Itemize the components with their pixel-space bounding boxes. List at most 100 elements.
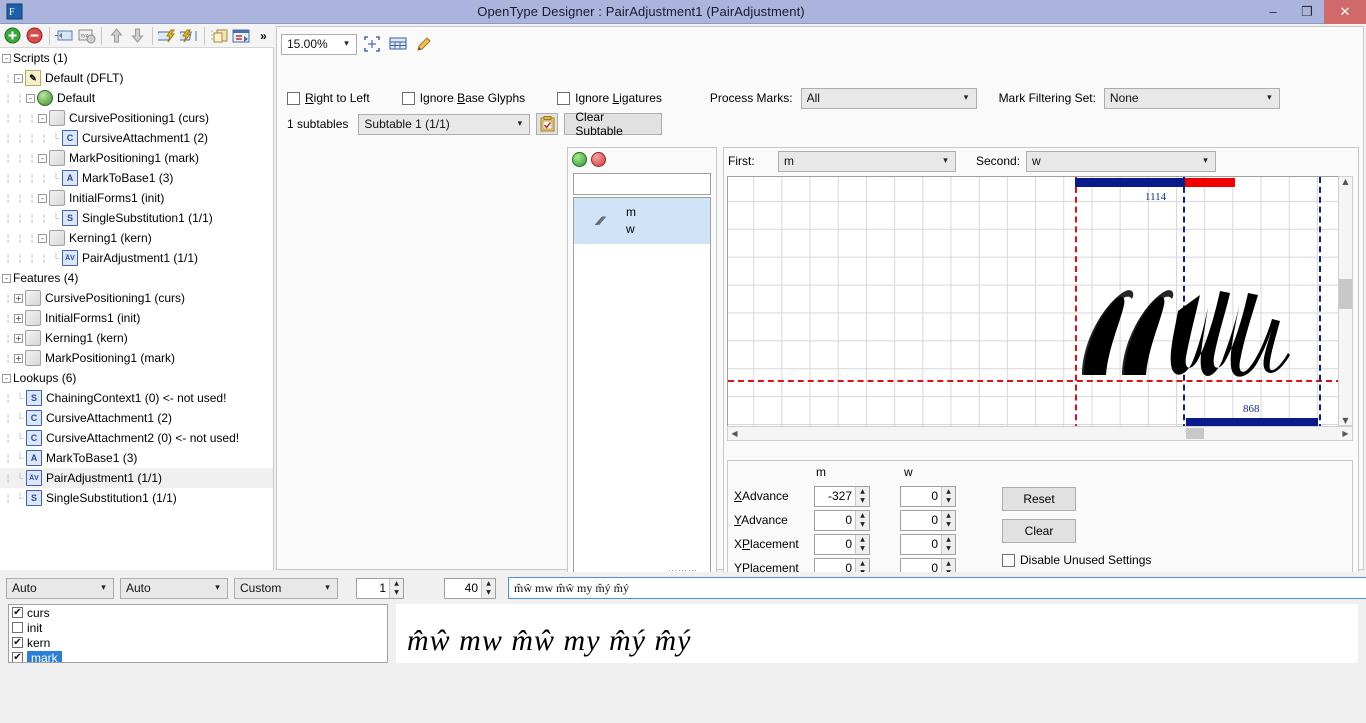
zoom-combo[interactable]: 15.00% ▾	[281, 33, 357, 55]
reset-button[interactable]: Reset	[1002, 487, 1076, 511]
tree-expander[interactable]: +	[14, 293, 23, 303]
tree-expander[interactable]: -	[26, 93, 35, 103]
tree-node[interactable]: ¦ ¦ ¦ - CursivePositioning1 (curs)	[0, 108, 273, 128]
clear-values-button[interactable]: Clear	[1002, 519, 1076, 543]
move-down-icon[interactable]	[128, 25, 149, 47]
ignore-base-glyphs-checkbox[interactable]: Ignore Base Glyphs	[401, 91, 525, 105]
panel-splitter[interactable]: ⋯⋯⋯	[0, 565, 1366, 575]
spinner-up-icon[interactable]: ▲	[942, 487, 955, 497]
tree-node[interactable]: ¦ └ A̅V PairAdjustment1 (1/1)	[0, 468, 273, 488]
spinner-down-icon[interactable]: ▼	[390, 588, 403, 598]
feature-checkbox[interactable]	[12, 622, 23, 633]
pair-search-input[interactable]	[573, 173, 711, 195]
spinner-down-icon[interactable]: ▼	[856, 520, 869, 530]
properties-icon[interactable]	[231, 25, 252, 47]
tree-node[interactable]: ¦ └ A MarkToBase1 (3)	[0, 448, 273, 468]
spinner-down-icon[interactable]: ▼	[942, 544, 955, 554]
tree-expander[interactable]: -	[38, 193, 47, 203]
tree-node[interactable]: ¦ ¦ ¦ - MarkPositioning1 (mark)	[0, 148, 273, 168]
canvas-vertical-scrollbar[interactable]: ▲ ▼	[1338, 176, 1353, 426]
script-combo[interactable]: Auto ▾	[6, 577, 114, 599]
xplacement-second-input[interactable]: 0 ▲ ▼	[900, 533, 956, 555]
tree-node[interactable]: - Features (4)	[0, 268, 273, 288]
tree-expander[interactable]: -	[14, 73, 23, 83]
spinner-up-icon[interactable]: ▲	[482, 579, 495, 589]
second-glyph-combo[interactable]: w ▾	[1026, 150, 1216, 172]
scroll-left-icon[interactable]: ◀	[728, 429, 741, 438]
feature-checklist[interactable]: ✔ curs init ✔ kern ✔ mark	[8, 604, 388, 663]
feature-checkbox[interactable]: ✔	[12, 637, 23, 648]
tree-expander[interactable]: -	[2, 273, 11, 283]
tree-expander[interactable]: -	[38, 153, 47, 163]
line-count-spinner[interactable]: 1 ▲ ▼	[356, 577, 404, 599]
tree-node[interactable]: ¦ + Kerning1 (kern)	[0, 328, 273, 348]
language-combo[interactable]: Auto ▾	[120, 577, 228, 599]
tree-node[interactable]: - Scripts (1)	[0, 48, 273, 68]
tree-expander[interactable]: +	[14, 353, 23, 363]
tree-node[interactable]: ¦ ¦ ¦ ¦ └ S SingleSubstitution1 (1/1)	[0, 208, 273, 228]
scroll-right-icon[interactable]: ▶	[1339, 429, 1352, 438]
spinner-up-icon[interactable]: ▲	[856, 535, 869, 545]
tree-expander[interactable]: -	[38, 113, 47, 123]
compile-icon[interactable]	[157, 25, 178, 47]
yadvance-first-input[interactable]: 0 ▲ ▼	[814, 509, 870, 531]
subtable-combo[interactable]: Subtable 1 (1/1) ▾	[358, 113, 531, 135]
first-glyph-combo[interactable]: m ▾	[778, 150, 956, 172]
tree-node[interactable]: ¦ ¦ ¦ ¦ └ A̅V PairAdjustment1 (1/1)	[0, 248, 273, 268]
spinner-up-icon[interactable]: ▲	[390, 579, 403, 589]
restore-button[interactable]: ❐	[1290, 0, 1324, 24]
horizontal-scroll-thumb[interactable]	[1186, 428, 1204, 439]
font-size-spinner[interactable]: 40 ▲ ▼	[444, 577, 496, 599]
spinner-up-icon[interactable]: ▲	[942, 511, 955, 521]
pencil-icon[interactable]	[413, 33, 435, 55]
close-button[interactable]: ✕	[1324, 0, 1366, 24]
tree-node[interactable]: ¦ └ C CursiveAttachment1 (2)	[0, 408, 273, 428]
spinner-down-icon[interactable]: ▼	[856, 544, 869, 554]
overflow-icon[interactable]: »	[253, 25, 274, 47]
pair-list[interactable]: ⁄⁄⁄⁄ m w	[573, 197, 711, 575]
feature-row[interactable]: ✔ kern	[9, 635, 387, 650]
tree-node[interactable]: ¦ ¦ ¦ - Kerning1 (kern)	[0, 228, 273, 248]
move-up-icon[interactable]	[106, 25, 127, 47]
tree-node[interactable]: ¦ └ S ChainingContext1 (0) <- not used!	[0, 388, 273, 408]
spinner-up-icon[interactable]: ▲	[942, 535, 955, 545]
tree-expander[interactable]: -	[2, 373, 11, 383]
feature-checkbox[interactable]: ✔	[12, 607, 23, 618]
tree-expander[interactable]: +	[14, 313, 23, 323]
copy-lookup-icon[interactable]	[209, 25, 230, 47]
tree-node[interactable]: ¦ ¦ ¦ ¦ └ A MarkToBase1 (3)	[0, 168, 273, 188]
remove-icon[interactable]	[24, 25, 45, 47]
clipboard-icon[interactable]	[536, 113, 559, 135]
add-pair-icon[interactable]	[572, 151, 587, 167]
sample-text-input[interactable]: m̂ŵ mw m̂ŵ my m̂ý m̂ý ▾	[508, 577, 1366, 599]
minimize-button[interactable]: –	[1256, 0, 1290, 24]
tree-node[interactable]: ¦ ¦ ¦ - InitialForms1 (init)	[0, 188, 273, 208]
scroll-up-icon[interactable]: ▲	[1339, 177, 1352, 186]
glyph-class-icon[interactable]: xyz	[76, 25, 97, 47]
compile-all-icon[interactable]	[179, 25, 200, 47]
canvas-horizontal-scrollbar[interactable]: ◀ ▶	[727, 426, 1353, 441]
xplacement-first-input[interactable]: 0 ▲ ▼	[814, 533, 870, 555]
tree-expander[interactable]: -	[2, 53, 11, 63]
pair-list-item[interactable]: ⁄⁄⁄⁄ m w	[574, 198, 710, 244]
feature-row[interactable]: ✔ curs	[9, 605, 387, 620]
xadvance-second-input[interactable]: 0 ▲ ▼	[900, 485, 956, 507]
tree-expander[interactable]: -	[38, 233, 47, 243]
tree-node[interactable]: ¦ ¦ ¦ ¦ └ C CursiveAttachment1 (2)	[0, 128, 273, 148]
spinner-down-icon[interactable]: ▼	[482, 588, 495, 598]
tree-node[interactable]: ¦ ¦ - Default	[0, 88, 273, 108]
ignore-ligatures-checkbox[interactable]: Ignore Ligatures	[557, 91, 662, 105]
xadvance-first-input[interactable]: -327 ▲ ▼	[814, 485, 870, 507]
fit-to-window-icon[interactable]	[361, 33, 383, 55]
remove-pair-icon[interactable]	[591, 151, 606, 167]
feature-row[interactable]: ✔ mark	[9, 650, 387, 662]
tree-node[interactable]: - Lookups (6)	[0, 368, 273, 388]
tree-node[interactable]: ¦ + MarkPositioning1 (mark)	[0, 348, 273, 368]
tree-node[interactable]: ¦ + InitialForms1 (init)	[0, 308, 273, 328]
glyph-preview-canvas[interactable]: 1114 868	[727, 176, 1353, 441]
tree-node[interactable]: ¦ └ S SingleSubstitution1 (1/1)	[0, 488, 273, 508]
direction-combo[interactable]: Custom ▾	[234, 577, 338, 599]
add-icon[interactable]	[2, 25, 23, 47]
rename-icon[interactable]	[54, 25, 75, 47]
tree-node[interactable]: ¦ - ✎ Default (DFLT)	[0, 68, 273, 88]
